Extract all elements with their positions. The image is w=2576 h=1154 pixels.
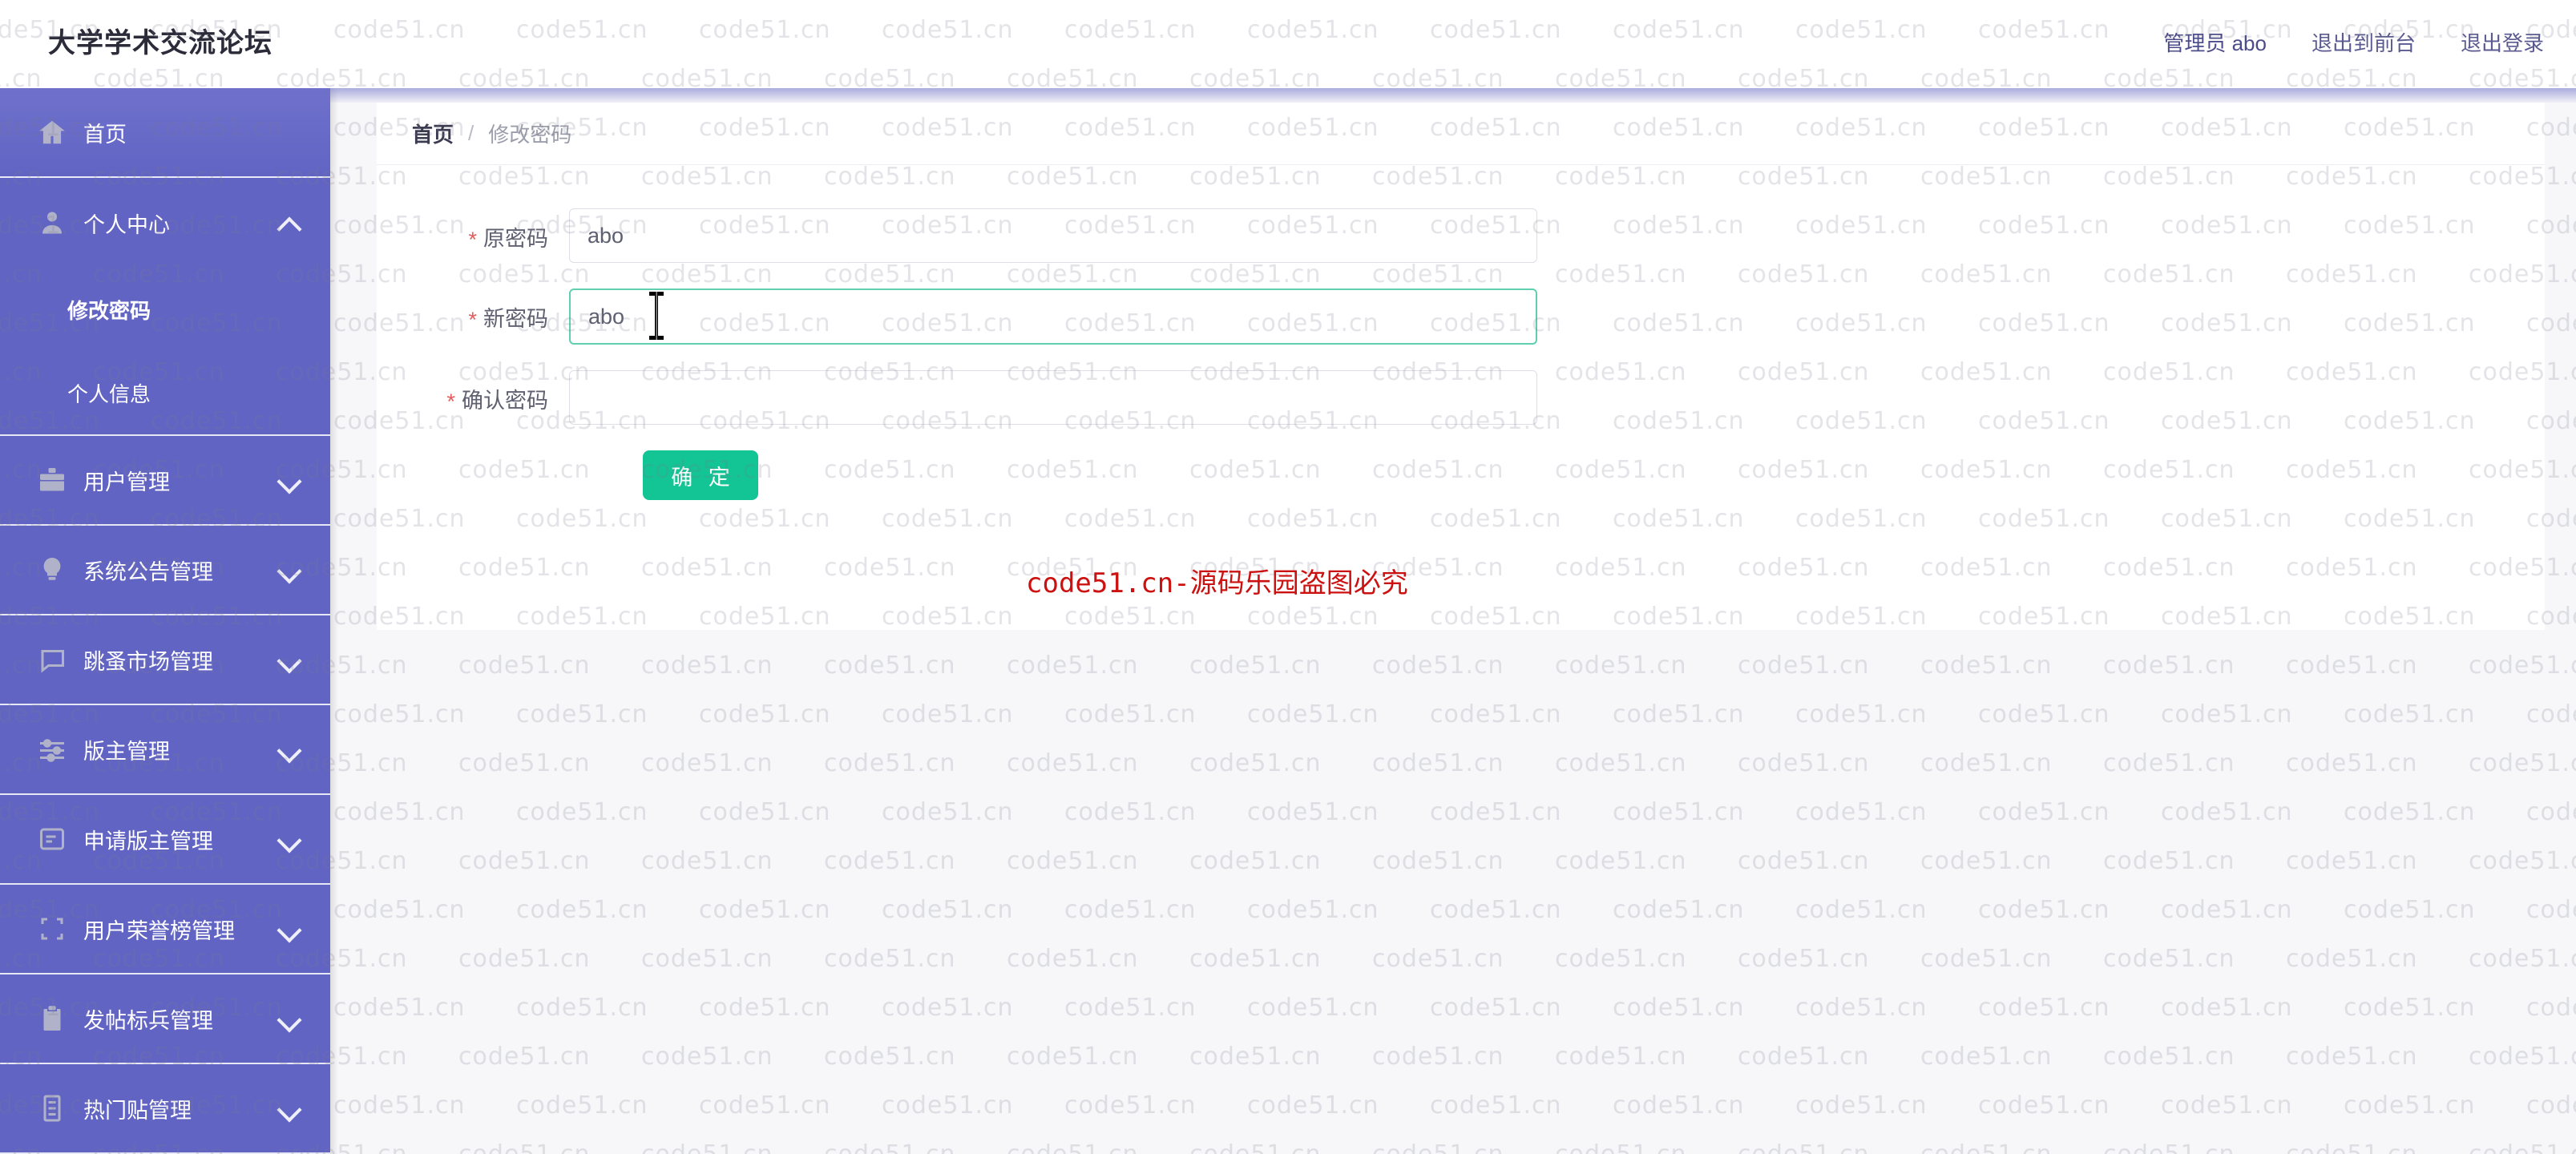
sidebar-item-label: 热门贴管理 (83, 1098, 192, 1123)
sidebar-item-label: 首页 (83, 122, 127, 147)
form-row-new-password: * 新密码 (377, 288, 2545, 345)
logout-link[interactable]: 退出登录 (2461, 27, 2544, 57)
sidebar-item-label: 个人中心 (83, 212, 170, 237)
breadcrumb-current: 修改密码 (488, 123, 572, 147)
chevron-down-icon[interactable] (276, 556, 303, 583)
form-actions-spacer (377, 450, 569, 500)
chevron-down-icon[interactable] (276, 825, 303, 853)
current-user-label[interactable]: 管理员 abo (2163, 27, 2267, 57)
form-row-old-password: * 原密码 (377, 208, 2545, 263)
page-title: 大学学术交流论坛 (48, 28, 273, 59)
chevron-down-icon[interactable] (276, 915, 303, 942)
old-password-label: * 原密码 (377, 208, 569, 252)
exit-to-frontend-link[interactable]: 退出到前台 (2312, 27, 2416, 57)
sidebar-item-announcement-management[interactable]: 系统公告管理 (0, 526, 330, 615)
required-mark: * (468, 308, 477, 333)
breadcrumb-separator: / (468, 121, 474, 145)
sidebar-item-label: 申请版主管理 (83, 829, 213, 853)
sidebar-item-label: 用户管理 (83, 470, 170, 494)
sidebar-item-label: 系统公告管理 (83, 559, 213, 584)
breadcrumb: 首页 / 修改密码 (377, 103, 2545, 165)
sidebar-item-hot-post-management[interactable]: 热门贴管理 (0, 1064, 330, 1154)
home-icon (35, 115, 69, 149)
new-password-field-wrap (569, 288, 1537, 345)
old-password-input[interactable] (569, 208, 1537, 263)
app-header: 大学学术交流论坛 管理员 abo 退出到前台 退出登录 (0, 0, 2576, 88)
form-icon (35, 822, 69, 856)
sidebar-edge-shadow (330, 88, 338, 1154)
chat-icon (35, 643, 69, 676)
chevron-up-icon[interactable] (276, 209, 303, 236)
sidebar-item-user-management[interactable]: 用户管理 (0, 436, 330, 526)
new-password-label: * 新密码 (377, 288, 569, 333)
users-icon (35, 463, 69, 497)
sidebar-item-personal-center[interactable]: 个人中心 (0, 178, 330, 268)
chevron-down-icon[interactable] (276, 736, 303, 763)
old-password-label-text: 原密码 (483, 227, 548, 251)
new-password-input[interactable] (569, 288, 1537, 345)
header-actions: 管理员 abo 退出到前台 退出登录 (2163, 27, 2544, 57)
header-gradient-strip (0, 88, 2576, 103)
chevron-down-icon[interactable] (276, 646, 303, 673)
bulb-icon (35, 553, 69, 587)
form-actions: 确 定 (377, 450, 2545, 500)
confirm-password-label-text: 确认密码 (462, 389, 548, 413)
sidebar-item-flea-market-management[interactable]: 跳蚤市场管理 (0, 615, 330, 705)
sidebar-item-label: 用户荣誉榜管理 (83, 918, 235, 943)
sidebar-item-moderator-management[interactable]: 版主管理 (0, 705, 330, 795)
breadcrumb-home[interactable]: 首页 (412, 119, 454, 148)
main-content: 首页 / 修改密码 *原密码 *新密码 (377, 103, 2545, 630)
required-mark: * (446, 389, 455, 414)
sidebar-item-post-star-management[interactable]: 发帖标兵管理 (0, 974, 330, 1064)
change-password-form: *原密码 *新密码 *确 (377, 165, 2545, 630)
sidebar-item-label: 发帖标兵管理 (83, 1008, 213, 1033)
crop-icon (35, 912, 69, 946)
user-icon (35, 206, 69, 240)
sidebar: 首页 个人中心 修改密码 个人信息 用户管理 系统公告管理 跳蚤市场管理 版主管… (0, 88, 330, 1154)
form-row-confirm-password: * 确认密码 (377, 370, 2545, 425)
sidebar-subitem-label: 修改密码 (67, 298, 151, 323)
sidebar-subitem-label: 个人信息 (67, 381, 151, 406)
list-icon (35, 1091, 69, 1125)
sliders-icon (35, 732, 69, 766)
new-password-label-text: 新密码 (483, 307, 548, 331)
sidebar-item-honor-board-management[interactable]: 用户荣誉榜管理 (0, 885, 330, 974)
sidebar-subitem-personal-info[interactable]: 个人信息 (0, 351, 330, 434)
required-mark: * (468, 228, 477, 252)
chevron-down-icon[interactable] (276, 466, 303, 494)
sidebar-item-label: 版主管理 (83, 739, 170, 764)
chevron-down-icon[interactable] (276, 1005, 303, 1032)
sidebar-subitem-change-password[interactable]: 修改密码 (0, 268, 330, 351)
confirm-password-input[interactable] (569, 370, 1537, 425)
clipboard-icon (35, 1002, 69, 1035)
sidebar-item-label: 跳蚤市场管理 (83, 649, 213, 674)
sidebar-submenu-personal: 修改密码 个人信息 (0, 268, 330, 436)
chevron-down-icon[interactable] (276, 1095, 303, 1122)
submit-button[interactable]: 确 定 (643, 450, 758, 500)
sidebar-item-moderator-apply-management[interactable]: 申请版主管理 (0, 795, 330, 885)
confirm-password-label: * 确认密码 (377, 370, 569, 414)
sidebar-group-personal: 个人中心 修改密码 个人信息 (0, 178, 330, 436)
